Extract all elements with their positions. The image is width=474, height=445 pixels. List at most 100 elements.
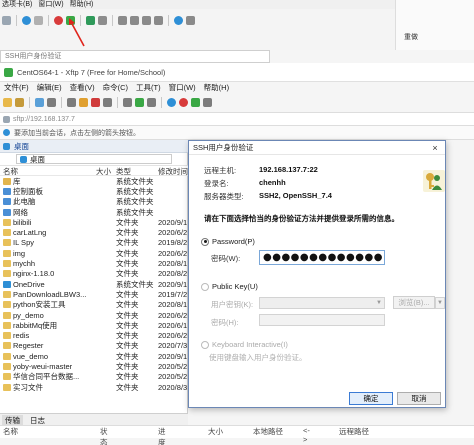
column-direction[interactable]: <->: [283, 426, 313, 444]
file-list-header: 名称 大小 类型 修改时间: [0, 166, 188, 176]
new-session-icon[interactable]: [3, 97, 12, 107]
open-folder-icon[interactable]: [15, 97, 24, 107]
file-row[interactable]: python安装工具 文件夹 2020/8/1: [0, 300, 188, 310]
menu-view[interactable]: 查看(V): [70, 82, 95, 94]
refresh-icon[interactable]: [47, 97, 56, 107]
password-option[interactable]: Password(P): [201, 237, 255, 246]
keyboard-icon[interactable]: [118, 15, 127, 25]
xftp-icon[interactable]: [191, 97, 200, 107]
transfer-icon[interactable]: [135, 97, 144, 107]
keyboard-radio[interactable]: [201, 340, 209, 349]
queue-icon[interactable]: [147, 97, 156, 107]
address-bar[interactable]: sftp://192.168.137.7: [0, 112, 474, 126]
file-modified: 2020/6/2: [158, 248, 188, 258]
ok-button[interactable]: 确定: [349, 392, 393, 405]
toolbar-separator: [161, 96, 162, 108]
dropdown-icon[interactable]: [34, 15, 43, 25]
help-icon[interactable]: [174, 15, 183, 25]
file-row[interactable]: 控制面板 系统文件夹: [0, 186, 188, 196]
globe-icon[interactable]: [22, 15, 31, 25]
column-local-path[interactable]: 本地路径: [223, 426, 283, 438]
transfer-icon[interactable]: [154, 15, 163, 25]
file-name: yoby-weui-master: [0, 362, 96, 371]
column-status[interactable]: 状态: [60, 426, 113, 445]
local-path-bar[interactable]: 桌面: [0, 153, 188, 166]
column-size[interactable]: 大小: [168, 426, 223, 438]
help-icon[interactable]: [167, 97, 176, 107]
file-row[interactable]: IL Spy 文件夹 2019/8/2: [0, 238, 188, 248]
desktop-icon: [20, 155, 27, 163]
tab-desktop[interactable]: 桌面: [0, 140, 188, 153]
file-row[interactable]: 库系统文件夹: [0, 176, 188, 186]
menu-window[interactable]: 窗口(W): [169, 82, 196, 94]
publickey-radio[interactable]: [201, 282, 209, 291]
file-row[interactable]: img 文件夹 2020/6/2: [0, 248, 188, 258]
browse-button[interactable]: 浏览(B)...: [393, 296, 435, 309]
column-name[interactable]: 名称: [0, 166, 96, 175]
window-icon[interactable]: [2, 15, 11, 25]
file-row[interactable]: PanDownloadLBW3... 文件夹 2019/7/2: [0, 289, 188, 299]
script-icon[interactable]: [142, 15, 151, 25]
file-row[interactable]: yoby-weui-master 文件夹 2020/5/2: [0, 361, 188, 371]
local-path-input[interactable]: 桌面: [16, 154, 172, 164]
file-row[interactable]: 实习文件 文件夹 2020/8/3: [0, 382, 188, 392]
menu-help[interactable]: 帮助(H): [70, 0, 94, 9]
menu-help[interactable]: 帮助(H): [204, 82, 229, 94]
menu-tools[interactable]: 工具(T): [136, 82, 161, 94]
annotation-arrow-icon: [69, 18, 85, 47]
file-row[interactable]: mychh 文件夹 2020/8/1: [0, 258, 188, 268]
file-row[interactable]: py_demo 文件夹 2020/6/2: [0, 310, 188, 320]
file-name-text: 网络: [13, 207, 28, 217]
file-row[interactable]: bilibili 文件夹 2020/9/1: [0, 217, 188, 227]
file-row[interactable]: carLatLng 文件夹 2020/6/2: [0, 227, 188, 237]
sync-icon[interactable]: [123, 97, 132, 107]
password-radio[interactable]: [201, 237, 209, 246]
file-row[interactable]: 华信合同平台数据... 文件夹 2020/5/2: [0, 372, 188, 382]
xshell-icon[interactable]: [54, 15, 63, 25]
file-row[interactable]: vue_demo 文件夹 2020/9/1: [0, 351, 188, 361]
column-modified[interactable]: 修改时间: [158, 166, 188, 175]
column-size[interactable]: 大小: [96, 166, 116, 176]
column-progress[interactable]: 进度: [113, 426, 168, 445]
properties-icon[interactable]: [103, 97, 112, 107]
file-row[interactable]: redis 文件夹 2020/6/2: [0, 330, 188, 340]
menu-tabs[interactable]: 选项卡(B): [2, 0, 32, 9]
file-row[interactable]: rabbitMq使用 文件夹 2020/6/1: [0, 320, 188, 330]
file-row[interactable]: 网络 系统文件夹: [0, 207, 188, 217]
redo-label[interactable]: 重做: [404, 32, 418, 42]
file-name: mychh: [0, 259, 96, 268]
chat-icon[interactable]: [186, 15, 195, 25]
menu-file[interactable]: 文件(F): [4, 82, 29, 94]
close-icon[interactable]: ×: [429, 142, 441, 154]
new-folder-icon[interactable]: [79, 97, 88, 107]
publickey-option[interactable]: Public Key(U): [201, 282, 258, 291]
keyboard-option[interactable]: Keyboard Interactive(I): [201, 340, 288, 349]
delete-icon[interactable]: [91, 97, 100, 107]
user-key-dropdown[interactable]: ▼: [259, 297, 385, 309]
up-folder-icon[interactable]: [67, 97, 76, 107]
file-row[interactable]: OneDrive 系统文件夹 2020/9/1: [0, 279, 188, 289]
lock-icon[interactable]: [98, 15, 107, 25]
file-row[interactable]: Regester 文件夹 2020/7/3: [0, 341, 188, 351]
passphrase-input[interactable]: [259, 314, 385, 326]
menu-command[interactable]: 命令(C): [103, 82, 128, 94]
column-name[interactable]: 名称: [0, 426, 60, 438]
tab-log[interactable]: 日志: [27, 415, 48, 426]
column-type[interactable]: 类型: [116, 166, 158, 175]
xshell-icon[interactable]: [179, 97, 188, 107]
browse-dropdown[interactable]: ▼: [435, 297, 445, 309]
cancel-button[interactable]: 取消: [397, 392, 441, 405]
menu-window[interactable]: 窗口(W): [38, 0, 63, 9]
password-input[interactable]: ●●●●●●●●●●●●●: [259, 250, 385, 265]
address-input[interactable]: sftp://192.168.137.7: [13, 116, 75, 123]
login-name-value: chenhh: [259, 178, 286, 187]
tab-transfers[interactable]: 传输: [2, 414, 23, 426]
chat-icon[interactable]: [203, 97, 212, 107]
compose-icon[interactable]: [130, 15, 139, 25]
password-option-label: Password(P): [212, 237, 255, 246]
menu-edit[interactable]: 编辑(E): [37, 82, 62, 94]
column-remote-path[interactable]: 远程路径: [313, 426, 373, 438]
file-row[interactable]: 此电脑 系统文件夹: [0, 197, 188, 207]
file-row[interactable]: nginx-1.18.0 文件夹 2020/8/2: [0, 269, 188, 279]
disconnect-icon[interactable]: [35, 97, 44, 107]
